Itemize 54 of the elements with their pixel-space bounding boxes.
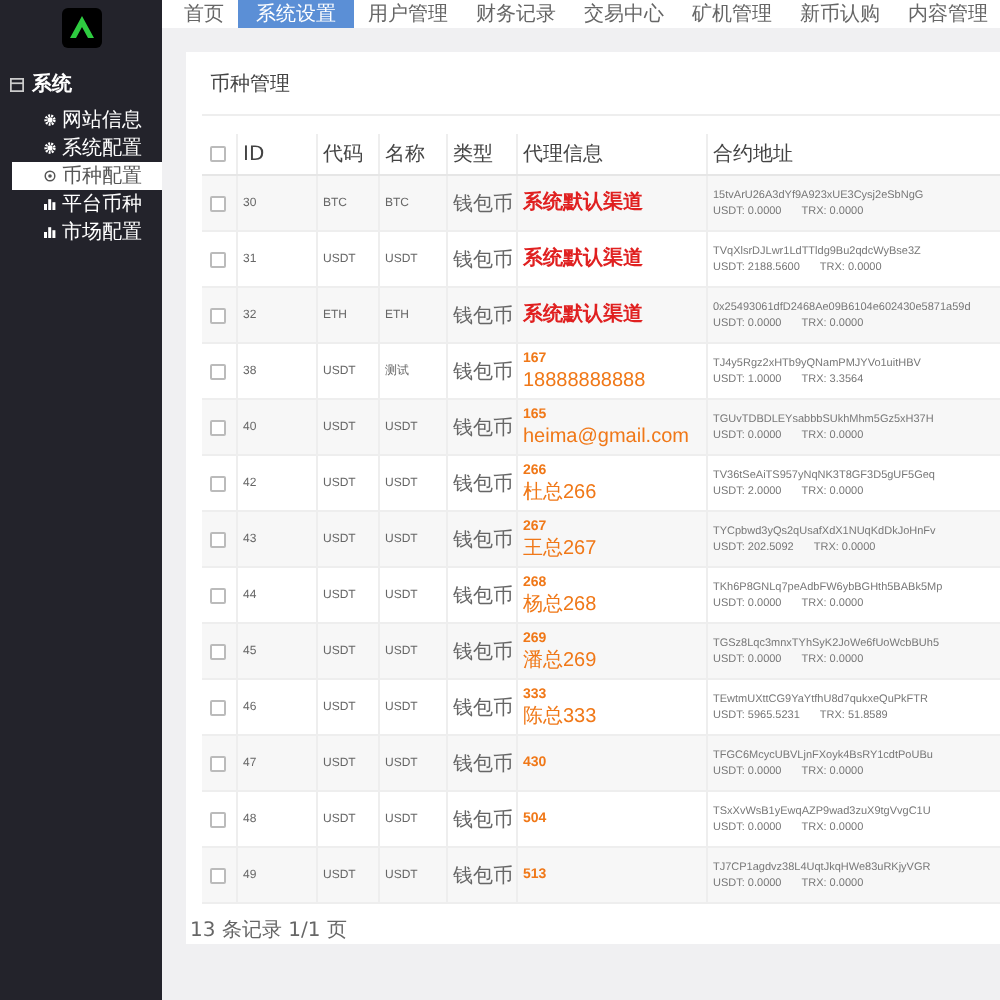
- pagination-info: 13 条记录 1/1 页: [188, 918, 349, 944]
- agent-info: 杨总268: [523, 594, 599, 618]
- table-cell: 钱包币: [446, 287, 516, 343]
- sidebar-item[interactable]: 网站信息: [12, 106, 162, 134]
- row-checkbox[interactable]: [210, 307, 226, 323]
- gear-icon: [44, 170, 56, 182]
- row-checkbox[interactable]: [210, 867, 226, 883]
- nav-tab[interactable]: 新币认购: [786, 0, 894, 28]
- nav-tab[interactable]: 用户管理: [354, 0, 462, 28]
- agent-info: 系统默认渠道: [523, 304, 645, 326]
- row-checkbox[interactable]: [210, 699, 226, 715]
- table-cell: 钱包币: [446, 847, 516, 903]
- nav-tab[interactable]: 系统设置: [238, 0, 354, 28]
- sidebar-group-label: 系统: [32, 71, 72, 98]
- row-checkbox[interactable]: [210, 755, 226, 771]
- sidebar-item[interactable]: 币种配置: [12, 162, 162, 190]
- bar-chart-icon: [44, 226, 56, 238]
- gear-icon: [44, 142, 56, 154]
- table-cell: 钱包币: [446, 175, 516, 231]
- nav-tab[interactable]: 矿机管理: [678, 0, 786, 28]
- agent-info: 系统默认渠道: [523, 192, 645, 214]
- agent-info: 陈总333: [523, 706, 599, 730]
- folder-icon: [10, 77, 24, 91]
- sidebar-item[interactable]: 平台币种: [12, 190, 162, 218]
- bar-chart-icon: [44, 198, 56, 210]
- row-checkbox[interactable]: [210, 363, 226, 379]
- table-cell: 钱包币: [446, 511, 516, 567]
- nav-tab[interactable]: 财务记录: [462, 0, 570, 28]
- nav-tab[interactable]: 交易中心: [570, 0, 678, 28]
- row-checkbox[interactable]: [210, 531, 226, 547]
- select-all-checkbox[interactable]: [210, 146, 226, 162]
- nav-tab[interactable]: 首页: [170, 0, 238, 28]
- row-checkbox[interactable]: [210, 643, 226, 659]
- agent-info: 18888888888: [523, 370, 648, 394]
- table-cell: 钱包币: [446, 623, 516, 679]
- nav-tab[interactable]: 内容管理: [894, 0, 1000, 28]
- agent-info: 系统默认渠道: [523, 248, 645, 270]
- row-checkbox[interactable]: [210, 811, 226, 827]
- row-checkbox[interactable]: [210, 587, 226, 603]
- sidebar-item[interactable]: 市场配置: [12, 218, 162, 246]
- logo-icon: [61, 7, 101, 47]
- table-cell: 钱包币: [446, 399, 516, 455]
- agent-info: heima@gmail.com: [523, 426, 691, 450]
- sidebar-item[interactable]: 系统配置: [12, 134, 162, 162]
- row-checkbox[interactable]: [210, 251, 226, 267]
- card-title: 币种管理: [202, 52, 1000, 116]
- row-checkbox[interactable]: [210, 419, 226, 435]
- gear-icon: [44, 114, 56, 126]
- agent-info: 潘总269: [523, 650, 599, 674]
- agent-info: 杜总266: [523, 482, 599, 506]
- row-checkbox[interactable]: [210, 195, 226, 211]
- row-checkbox[interactable]: [210, 475, 226, 491]
- table-cell: 钱包币: [446, 735, 516, 791]
- agent-info: 王总267: [523, 538, 599, 562]
